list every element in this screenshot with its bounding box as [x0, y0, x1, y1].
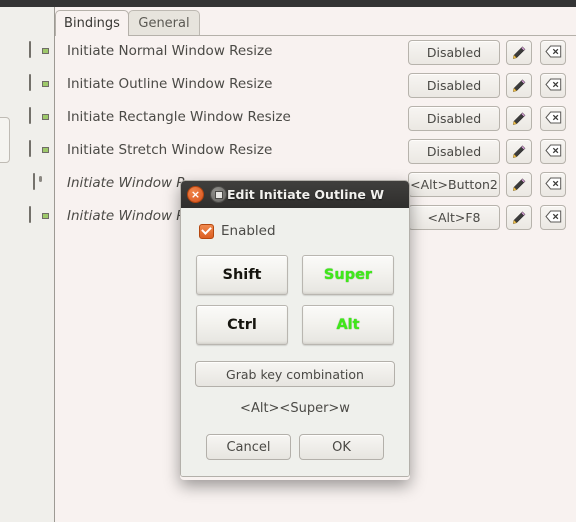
- modifier-key-ctrl[interactable]: Ctrl: [196, 305, 288, 345]
- pencil-icon: [511, 177, 527, 193]
- binding-name: Initiate Normal Window Resize: [67, 43, 273, 59]
- edit-binding-button[interactable]: [506, 106, 532, 131]
- backspace-clear-icon: [544, 78, 562, 94]
- keyboard-icon: [29, 206, 53, 229]
- pencil-icon: [511, 111, 527, 127]
- dialog-title: Edit Initiate Outline W: [227, 187, 385, 202]
- clear-binding-button[interactable]: [540, 73, 566, 98]
- modifier-key-shift[interactable]: Shift: [196, 255, 288, 295]
- close-icon[interactable]: [187, 186, 204, 203]
- key-combination-value: <Alt><Super>w: [240, 401, 350, 416]
- binding-value-button[interactable]: Disabled: [408, 106, 500, 131]
- edit-binding-dialog: Edit Initiate Outline W Enabled Shift Su…: [180, 180, 410, 477]
- cancel-button[interactable]: Cancel: [206, 434, 291, 460]
- binding-name: Initiate Stretch Window Resize: [67, 142, 273, 158]
- modifier-key-shift-label: Shift: [222, 267, 262, 283]
- pencil-icon: [511, 45, 527, 61]
- backspace-clear-icon: [544, 210, 562, 226]
- binding-value-label: Disabled: [426, 111, 482, 126]
- enabled-label: Enabled: [221, 223, 276, 239]
- binding-name: Initiate Outline Window Resize: [67, 76, 273, 92]
- binding-name: Initiate Window R: [67, 175, 186, 191]
- pencil-icon: [511, 78, 527, 94]
- clear-binding-button[interactable]: [540, 40, 566, 65]
- binding-value-button[interactable]: <Alt>Button2: [408, 172, 500, 197]
- binding-value-button[interactable]: Disabled: [408, 139, 500, 164]
- modifier-key-super[interactable]: Super: [302, 255, 394, 295]
- modifier-key-ctrl-label: Ctrl: [227, 317, 257, 333]
- binding-value-button[interactable]: Disabled: [408, 40, 500, 65]
- binding-value-button[interactable]: Disabled: [408, 73, 500, 98]
- dialog-titlebar[interactable]: Edit Initiate Outline W: [181, 181, 409, 208]
- backspace-clear-icon: [544, 177, 562, 193]
- tab-strip-underline: [55, 35, 576, 36]
- keyboard-icon: [29, 41, 53, 64]
- binding-value-button[interactable]: <Alt>F8: [408, 205, 500, 230]
- window-top-strip: [0, 0, 576, 7]
- table-row[interactable]: Initiate Rectangle Window Resize Disable…: [29, 103, 576, 136]
- binding-value-label: <Alt>F8: [427, 210, 481, 225]
- table-row[interactable]: Initiate Stretch Window Resize Disabled: [29, 136, 576, 169]
- ok-button[interactable]: OK: [299, 434, 384, 460]
- dialog-action-bar: Cancel OK: [195, 434, 395, 464]
- backspace-clear-icon: [544, 144, 562, 160]
- backspace-clear-icon: [544, 111, 562, 127]
- table-row[interactable]: Initiate Outline Window Resize Disabled: [29, 70, 576, 103]
- clear-binding-button[interactable]: [540, 139, 566, 164]
- modifier-key-alt-label: Alt: [336, 317, 360, 333]
- tab-bindings[interactable]: Bindings: [55, 10, 129, 36]
- modifier-keys-grid: Shift Super Ctrl Alt: [195, 255, 395, 345]
- clear-binding-button[interactable]: [540, 205, 566, 230]
- modifier-key-alt[interactable]: Alt: [302, 305, 394, 345]
- grab-key-combination-button[interactable]: Grab key combination: [195, 361, 395, 387]
- grab-key-combination-label: Grab key combination: [226, 366, 364, 382]
- maximize-icon[interactable]: [210, 186, 227, 203]
- tab-general-label: General: [138, 15, 190, 31]
- binding-value-label: Disabled: [426, 144, 482, 159]
- table-row[interactable]: Initiate Normal Window Resize Disabled: [29, 37, 576, 70]
- mouse-icon: [29, 173, 53, 196]
- binding-value-label: Disabled: [426, 78, 482, 93]
- edit-binding-button[interactable]: [506, 172, 532, 197]
- pencil-icon: [511, 144, 527, 160]
- edit-binding-button[interactable]: [506, 40, 532, 65]
- binding-value-label: <Alt>Button2: [410, 177, 498, 192]
- edit-binding-button[interactable]: [506, 73, 532, 98]
- partial-side-widget[interactable]: [0, 117, 10, 163]
- enabled-checkbox-row[interactable]: Enabled: [199, 223, 395, 239]
- backspace-clear-icon: [544, 45, 562, 61]
- cancel-button-label: Cancel: [226, 439, 271, 455]
- keyboard-icon: [29, 74, 53, 97]
- clear-binding-button[interactable]: [540, 106, 566, 131]
- tab-general[interactable]: General: [128, 10, 200, 35]
- modifier-key-super-label: Super: [323, 267, 373, 283]
- enabled-checkbox[interactable]: [199, 223, 214, 239]
- keyboard-icon: [29, 140, 53, 163]
- edit-binding-button[interactable]: [506, 205, 532, 230]
- clear-binding-button[interactable]: [540, 172, 566, 197]
- binding-name: Initiate Rectangle Window Resize: [67, 109, 291, 125]
- binding-value-label: Disabled: [426, 45, 482, 60]
- binding-name: Initiate Window R: [67, 208, 186, 224]
- tab-bindings-label: Bindings: [64, 15, 120, 31]
- keyboard-icon: [29, 107, 53, 130]
- dialog-body: Enabled Shift Super Ctrl Alt Grab key co…: [181, 208, 409, 476]
- ok-button-label: OK: [332, 439, 351, 455]
- pencil-icon: [511, 210, 527, 226]
- edit-binding-button[interactable]: [506, 139, 532, 164]
